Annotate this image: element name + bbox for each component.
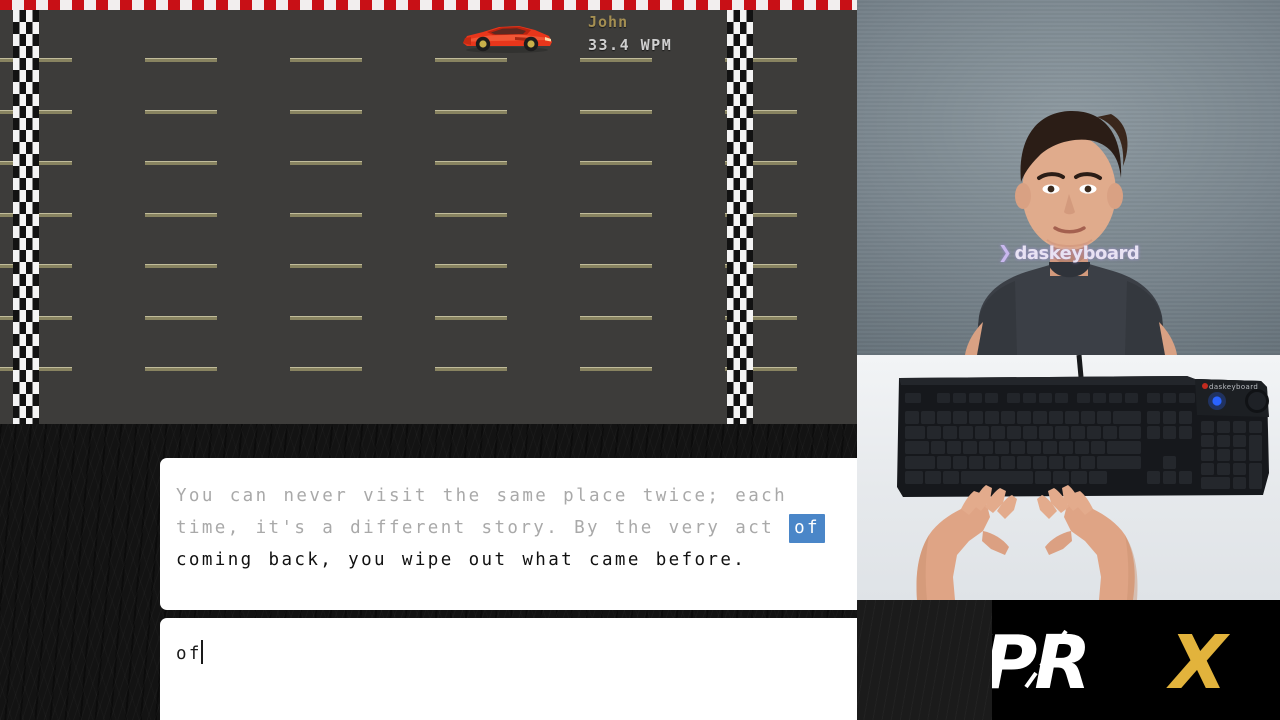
prompt-text: You can never visit the same place twice… [176, 480, 843, 576]
face-webcam-feed: ❯ daskeyboard [857, 0, 1280, 355]
shirt-brand-mark-icon: ❯ [997, 243, 1012, 263]
prompt-text-box: You can never visit the same place twice… [160, 458, 857, 610]
player-car-icon [459, 19, 555, 53]
prompt-typed-text: You can never visit the same place twice… [176, 486, 802, 538]
right-hand [1037, 485, 1138, 600]
typrx-logo-accent: X [1166, 620, 1231, 706]
typrx-typing-race-app: John 33.4 WPM You can never visit the sa… [0, 0, 1280, 720]
player-wpm-label: 33.4 WPM [588, 36, 673, 54]
left-hand [916, 485, 1017, 600]
text-caret [200, 640, 203, 664]
typing-input-value[interactable]: of [176, 644, 202, 664]
prompt-current-word-highlight: of [789, 514, 825, 543]
player-name-label: John [588, 13, 629, 31]
finish-line-checker-pillar [727, 10, 753, 424]
race-track: John 33.4 WPM [0, 0, 857, 424]
logo-panel-texture [857, 600, 992, 720]
start-line-checker-pillar [13, 10, 39, 424]
keyboard-and-hands-figure: daskeyboard [897, 355, 1269, 600]
typrx-logo-panel: TYPR X [857, 600, 1280, 720]
webcam-person-figure [965, 110, 1177, 355]
red-white-checker-strip [0, 0, 857, 10]
shirt-brand-text: daskeyboard [1014, 243, 1140, 264]
shirt-brand-label: ❯ daskeyboard [857, 243, 1280, 264]
keyboard-webcam-feed: daskeyboard [857, 355, 1280, 600]
typing-input-box[interactable]: of [160, 618, 857, 720]
svg-text:daskeyboard: daskeyboard [1209, 383, 1258, 391]
